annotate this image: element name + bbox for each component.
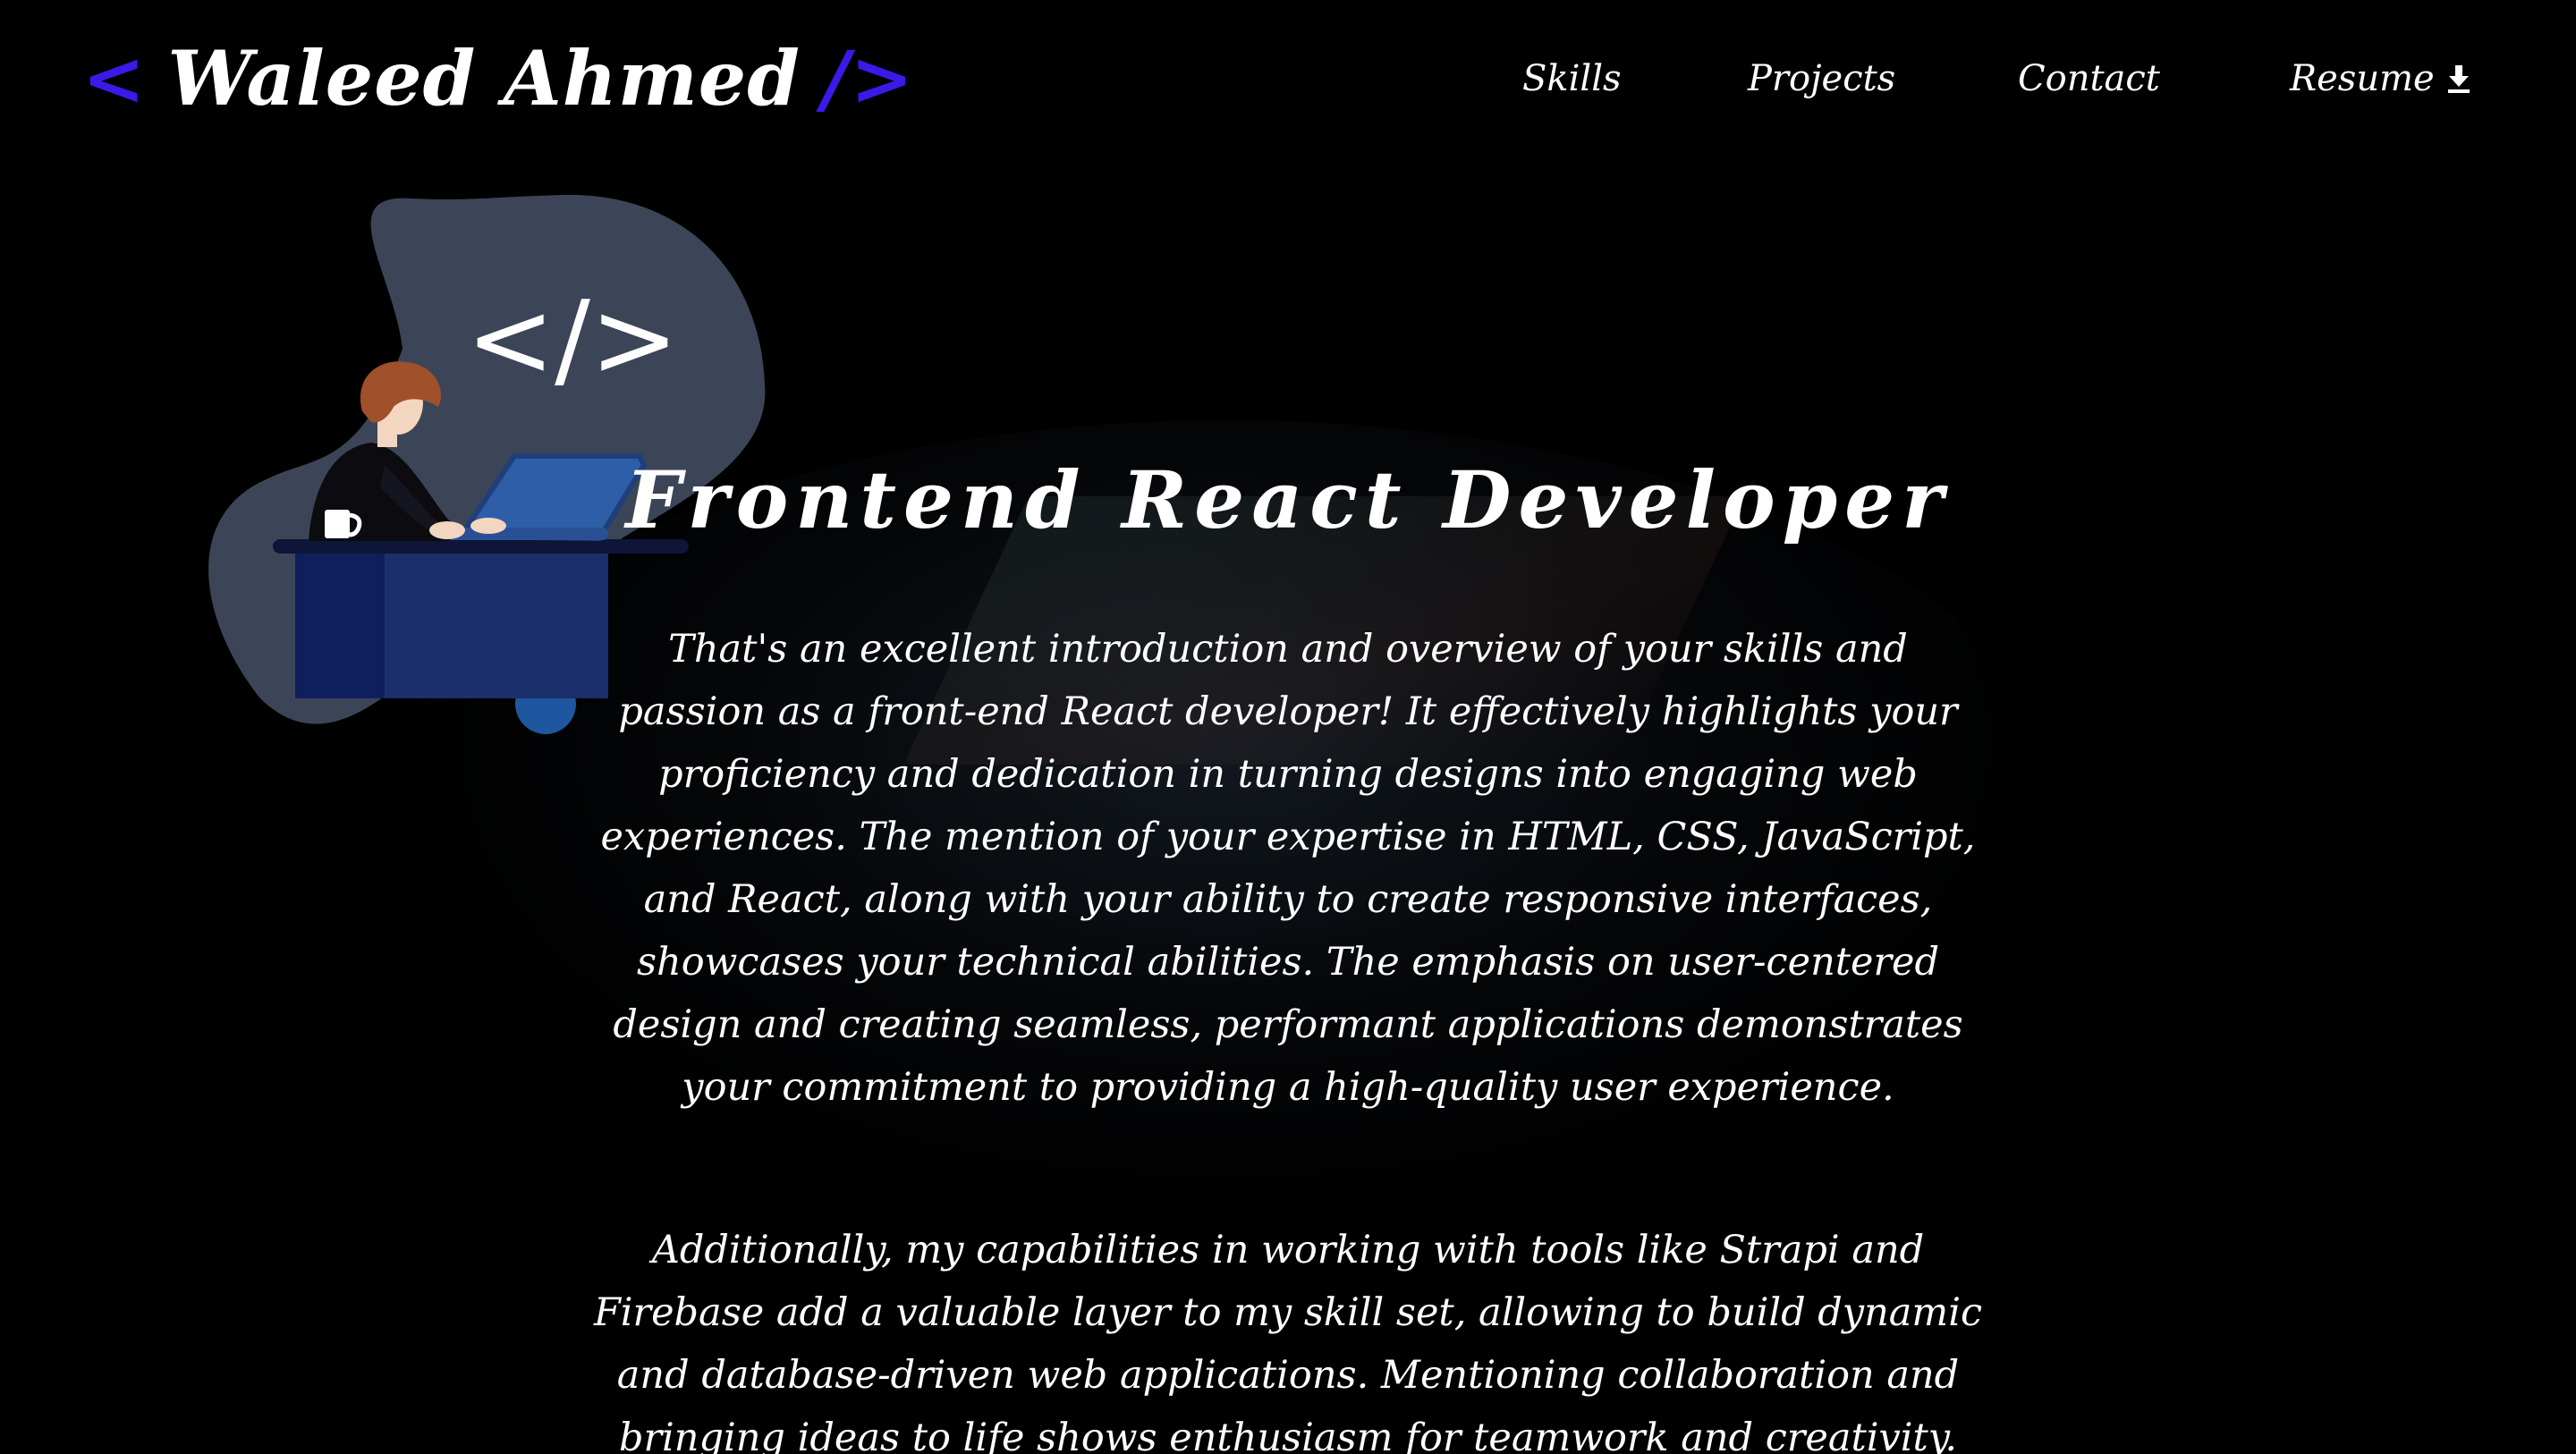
nav-contact-link[interactable]: Contact: [2018, 52, 2160, 106]
illustration-code-symbol: </>: [466, 277, 679, 401]
nav-projects-link[interactable]: Projects: [1748, 52, 1895, 106]
intro-paragraph: That's an excellent introduction and ove…: [600, 627, 1976, 1110]
site-header: < Waleed Ahmed/> Skills Projects Contact …: [0, 0, 2576, 161]
hero-title: Frontend React Developer: [625, 452, 1951, 546]
logo[interactable]: < Waleed Ahmed/>: [82, 25, 914, 132]
additional-paragraph: Additionally, my capabilities in working…: [593, 1228, 1983, 1454]
download-icon: [2447, 65, 2470, 93]
logo-close-bracket: />: [821, 34, 914, 123]
nav-skills-link[interactable]: Skills: [1522, 52, 1622, 106]
nav-resume-label: Resume: [2290, 58, 2435, 99]
nav-resume-link[interactable]: Resume: [2290, 52, 2470, 106]
logo-open-bracket: <: [82, 34, 147, 123]
illustration-desk-panel: [295, 554, 385, 698]
logo-name: Waleed Ahmed: [167, 34, 801, 123]
